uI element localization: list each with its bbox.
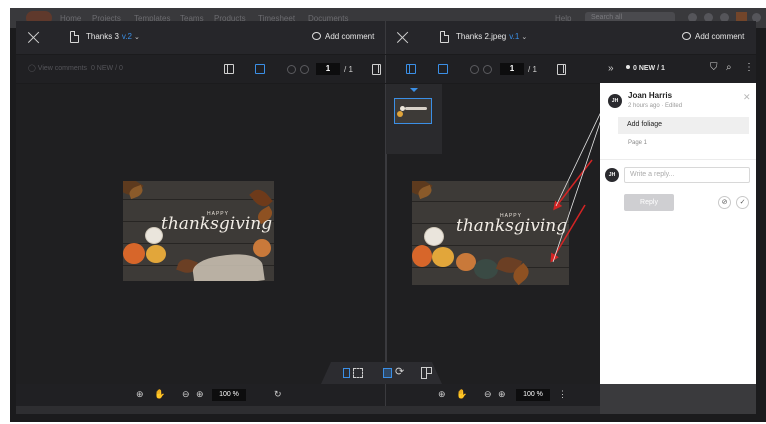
zoom-out-icon[interactable]: ⊖ bbox=[182, 389, 190, 400]
comments-panel: » 0 NEW / 1 ⛉ ⌕ ⋮ JH Joan Harris 2 hours… bbox=[600, 55, 756, 384]
attach-icon[interactable]: ⊘ bbox=[718, 196, 731, 209]
reply-input[interactable]: Write a reply... bbox=[624, 167, 750, 183]
left-zoom-select[interactable]: 100 % bbox=[212, 389, 246, 401]
pan-hand-icon[interactable]: ✋ bbox=[154, 389, 165, 400]
right-zoom-select[interactable]: 100 % bbox=[516, 389, 550, 401]
comment-body: Add foliage bbox=[618, 117, 749, 134]
annotation-arrow bbox=[550, 204, 586, 263]
filter-icon[interactable]: ⛉ bbox=[710, 62, 718, 73]
zoom-fit-icon[interactable]: ⊕ bbox=[136, 389, 144, 400]
more-options-icon[interactable]: ⋮ bbox=[744, 62, 754, 73]
left-bottom-bar: ⊕ ✋ ⊖ ⊕ 100 % ↻ bbox=[16, 384, 386, 406]
side-by-side-mode-icon[interactable] bbox=[343, 368, 350, 378]
comments-panel-toolbar: » 0 NEW / 1 ⛉ ⌕ ⋮ bbox=[600, 55, 756, 83]
new-comments-filter[interactable]: 0 NEW / 1 bbox=[626, 65, 665, 72]
search-icon[interactable]: ⌕ bbox=[726, 62, 732, 73]
zoom-in-icon[interactable]: ⊕ bbox=[196, 389, 204, 400]
collapse-panel-icon[interactable]: » bbox=[608, 63, 614, 74]
underlying-page-strip bbox=[16, 406, 600, 414]
underlying-page-panel bbox=[600, 384, 756, 414]
close-comment-icon[interactable]: ✕ bbox=[743, 92, 751, 103]
reply-avatar: JH bbox=[605, 168, 619, 182]
rotate-icon[interactable]: ↻ bbox=[274, 389, 282, 400]
comment-avatar: JH bbox=[608, 94, 622, 108]
pan-hand-icon[interactable]: ✋ bbox=[456, 389, 467, 400]
reply-button[interactable]: Reply bbox=[624, 194, 674, 211]
overlay-mode-icon[interactable] bbox=[353, 368, 363, 378]
sync-view-icon[interactable] bbox=[383, 368, 392, 378]
sync-scroll-icon[interactable]: ⟳ bbox=[395, 365, 404, 378]
comment-author: Joan Harris bbox=[628, 91, 673, 100]
comment-edited: Edited bbox=[665, 103, 683, 109]
compare-mode-bar: ⟳ bbox=[321, 362, 442, 384]
resolve-check-icon[interactable]: ✓ bbox=[736, 196, 749, 209]
right-bottom-bar: ⊕ ✋ ⊖ ⊕ 100 % ⋮ bbox=[386, 384, 600, 406]
comment-meta: 2 hours ago · Edited bbox=[628, 103, 683, 109]
zoom-out-icon[interactable]: ⊖ bbox=[484, 389, 492, 400]
zoom-fit-icon[interactable]: ⊕ bbox=[438, 389, 446, 400]
comment-page: Page 1 bbox=[628, 140, 648, 146]
zoom-in-icon[interactable]: ⊕ bbox=[498, 389, 506, 400]
compare-layout-icon-part bbox=[426, 367, 432, 374]
comment-divider bbox=[600, 159, 756, 160]
comment-time: 2 hours ago bbox=[628, 103, 660, 109]
more-options-icon[interactable]: ⋮ bbox=[558, 389, 567, 400]
